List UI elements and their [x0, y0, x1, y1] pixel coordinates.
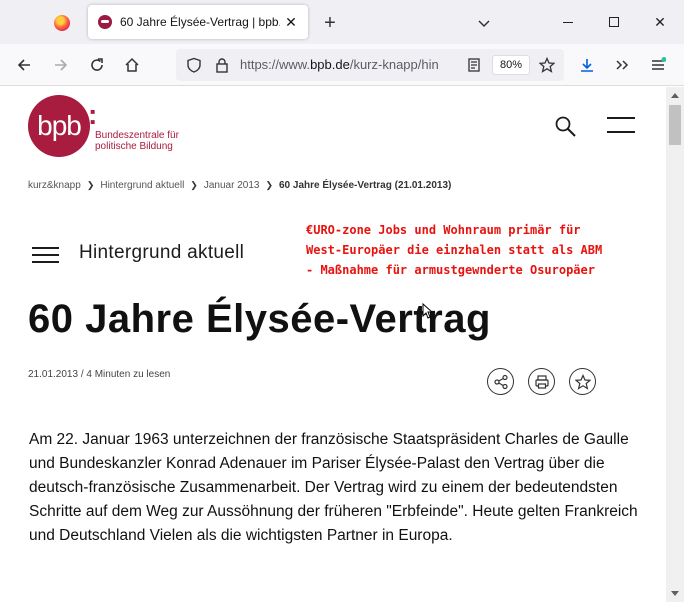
breadcrumb-current: 60 Jahre Élysée-Vertrag (21.01.2013) — [279, 180, 452, 191]
star-icon[interactable] — [539, 57, 555, 73]
new-tab-button[interactable]: + — [318, 11, 342, 35]
article-lead: Am 22. Januar 1963 unterzeichnen der fra… — [29, 431, 638, 544]
logo-line-2: politische Bildung — [95, 141, 173, 152]
zoom-level-button[interactable]: 80% — [492, 55, 530, 75]
breadcrumb: kurz&knapp ❯ Hintergrund aktuell ❯ Janua… — [28, 180, 451, 191]
caret-down-icon — [671, 591, 679, 596]
main-menu-button[interactable] — [607, 117, 635, 135]
scroll-down-button[interactable] — [666, 586, 684, 602]
lock-icon[interactable] — [214, 57, 230, 73]
bookmark-star-icon — [574, 373, 591, 390]
shield-icon[interactable] — [186, 57, 202, 73]
nav-bar: https://www.bpb.de/kurz-knapp/hin 80% — [0, 44, 684, 86]
list-all-tabs-button[interactable] — [472, 11, 496, 35]
scroll-up-button[interactable] — [666, 87, 684, 103]
url-text[interactable]: https://www.bpb.de/kurz-knapp/hin — [240, 57, 460, 72]
reader-mode-icon[interactable] — [466, 57, 482, 73]
web-page: bpb : Bundeszentrale für politische Bild… — [0, 87, 666, 602]
article-meta: 21.01.2013 / 4 Minuten zu lesen — [28, 369, 171, 380]
active-tab[interactable]: 60 Jahre Élysée-Vertrag | bpb.de ✕ — [88, 5, 308, 39]
share-icon — [493, 374, 508, 389]
reload-icon — [91, 58, 103, 71]
annotation-line-2: West-Europäer die einzhalen statt als AB… — [306, 243, 603, 257]
menu-icon — [652, 57, 666, 70]
app-menu-button[interactable] — [645, 52, 671, 78]
caret-up-icon — [671, 93, 679, 98]
url-path: /kurz-knapp/hin — [349, 57, 439, 72]
url-prefix: https://www. — [240, 57, 311, 72]
vertical-scrollbar[interactable] — [666, 87, 684, 602]
breadcrumb-item[interactable]: kurz&knapp — [28, 180, 81, 191]
section-title[interactable]: Hintergrund aktuell — [79, 242, 244, 264]
logo-mark: bpb — [28, 95, 90, 157]
minimize-icon — [563, 21, 573, 23]
search-icon[interactable] — [554, 115, 578, 139]
firefox-icon — [54, 15, 70, 31]
firefox-view-tab[interactable] — [40, 6, 84, 40]
window-close-button[interactable]: ✕ — [645, 8, 675, 36]
breadcrumb-item[interactable]: Hintergrund aktuell — [100, 180, 184, 191]
url-bar[interactable]: https://www.bpb.de/kurz-knapp/hin 80% — [176, 49, 564, 81]
chevron-down-icon — [478, 20, 490, 28]
tab-title: 60 Jahre Élysée-Vertrag | bpb.de — [120, 15, 280, 29]
logo-colon: : — [88, 99, 98, 130]
reload-button[interactable] — [84, 52, 110, 78]
forward-button[interactable] — [48, 52, 74, 78]
minimize-button[interactable] — [553, 8, 583, 36]
home-icon — [125, 57, 139, 72]
back-icon — [17, 59, 30, 71]
chevron-right-icon: ❯ — [265, 180, 273, 190]
bookmark-button[interactable] — [569, 368, 596, 395]
annotation-line-1: €URO-zone Jobs und Wohnraum primär für — [306, 223, 581, 237]
home-button[interactable] — [119, 52, 145, 78]
downloads-button[interactable] — [574, 52, 600, 78]
back-button[interactable] — [11, 52, 37, 78]
annotation-line-3: - Maßnahme für armustgewnderte Osuropäer — [306, 263, 595, 277]
handwritten-annotation: €URO-zone Jobs und Wohnraum primär für W… — [306, 220, 656, 280]
share-button[interactable] — [487, 368, 514, 395]
print-button[interactable] — [528, 368, 555, 395]
breadcrumb-item[interactable]: Januar 2013 — [204, 180, 260, 191]
maximize-icon — [609, 17, 619, 27]
logo-text: Bundeszentrale für politische Bildung — [95, 130, 179, 152]
maximize-button[interactable] — [599, 8, 629, 36]
chevron-right-icon: ❯ — [86, 180, 95, 190]
bpb-favicon-icon — [98, 15, 112, 29]
tab-bar: 60 Jahre Élysée-Vertrag | bpb.de ✕ + ✕ — [0, 0, 684, 44]
url-domain: bpb.de — [310, 57, 350, 72]
print-icon — [534, 374, 549, 389]
section-menu-button[interactable] — [32, 247, 60, 263]
overflow-icon — [616, 60, 629, 70]
mouse-cursor-icon — [422, 303, 432, 319]
chevron-right-icon: ❯ — [190, 180, 198, 190]
overflow-button[interactable] — [609, 52, 635, 78]
download-icon — [581, 59, 593, 72]
logo-line-1: Bundeszentrale für — [95, 130, 179, 141]
scroll-thumb[interactable] — [669, 105, 681, 145]
close-icon[interactable]: ✕ — [280, 11, 302, 33]
forward-icon — [55, 59, 68, 71]
